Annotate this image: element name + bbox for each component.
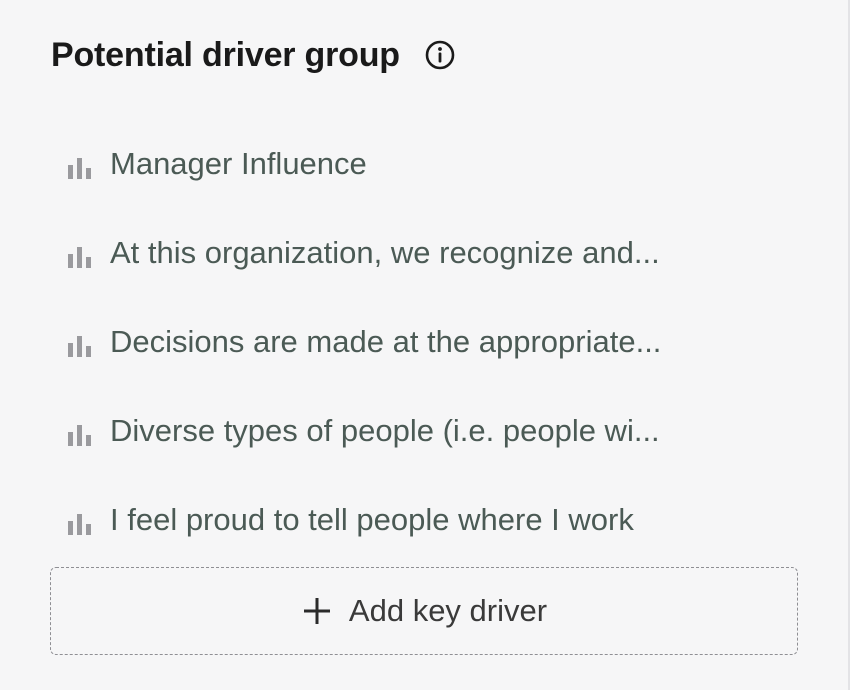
- driver-label: I feel proud to tell people where I work: [110, 501, 634, 537]
- driver-label: Diverse types of people (i.e. people wi.…: [110, 412, 660, 448]
- bar-chart-icon: [66, 244, 98, 268]
- potential-driver-group-panel: Potential driver group Manager Influence: [0, 0, 850, 690]
- plus-icon: [301, 595, 333, 627]
- panel-title: Potential driver group: [51, 35, 400, 74]
- info-icon[interactable]: [424, 39, 456, 71]
- driver-item[interactable]: At this organization, we recognize and..…: [66, 223, 766, 282]
- add-key-driver-button[interactable]: Add key driver: [50, 567, 798, 655]
- driver-label: Decisions are made at the appropriate...: [110, 323, 662, 359]
- driver-item[interactable]: I feel proud to tell people where I work: [66, 490, 766, 549]
- driver-label: Manager Influence: [110, 145, 367, 181]
- driver-item[interactable]: Diverse types of people (i.e. people wi.…: [66, 401, 766, 460]
- driver-item[interactable]: Decisions are made at the appropriate...: [66, 312, 766, 371]
- driver-label: At this organization, we recognize and..…: [110, 234, 660, 270]
- bar-chart-icon: [66, 333, 98, 357]
- panel-header: Potential driver group: [51, 30, 456, 80]
- bar-chart-icon: [66, 155, 98, 179]
- bar-chart-icon: [66, 511, 98, 535]
- driver-item[interactable]: Manager Influence: [66, 134, 766, 193]
- add-key-driver-label: Add key driver: [348, 593, 548, 628]
- bar-chart-icon: [66, 422, 98, 446]
- driver-list: Manager Influence At this organization, …: [66, 134, 766, 549]
